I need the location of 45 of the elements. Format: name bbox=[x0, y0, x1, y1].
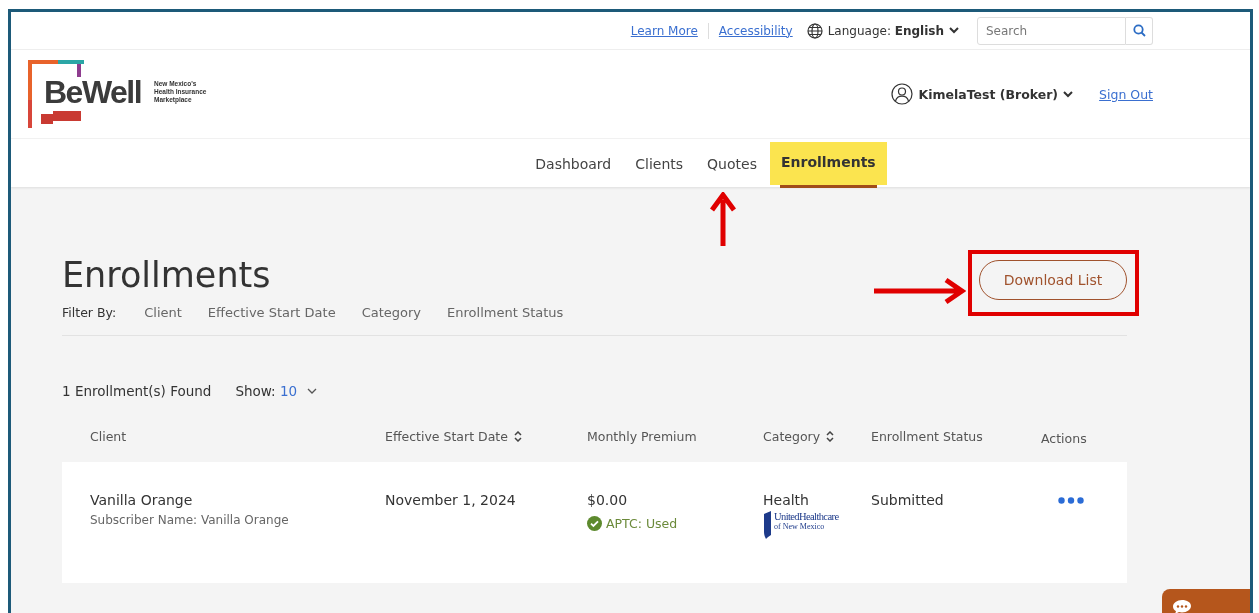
enrollment-status: Submitted bbox=[871, 492, 945, 508]
user-menu[interactable]: KimelaTest (Broker) bbox=[891, 83, 1074, 105]
language-selector[interactable]: Language: English bbox=[806, 22, 959, 39]
start-date: November 1, 2024 bbox=[385, 492, 517, 508]
nav-tab[interactable]: Quotes bbox=[696, 142, 768, 185]
filter-option[interactable]: Category bbox=[361, 305, 422, 320]
chat-icon bbox=[1172, 599, 1192, 613]
aptc-status: APTC: Used bbox=[606, 516, 678, 531]
nav-tab[interactable]: Enrollments bbox=[769, 142, 887, 185]
search-icon bbox=[1132, 24, 1146, 37]
chevron-down-icon bbox=[1063, 90, 1074, 98]
subscriber-name: Subscriber Name: Vanilla Orange bbox=[90, 513, 290, 527]
nav-tab[interactable]: Dashboard bbox=[524, 142, 623, 185]
carrier-logo-text: UnitedHealthcare of New Mexico bbox=[774, 511, 839, 531]
column-header: Client bbox=[90, 428, 127, 444]
filter-option[interactable]: Client bbox=[144, 305, 182, 320]
premium-amount: $0.00 bbox=[587, 492, 629, 508]
filter-option[interactable]: Enrollment Status bbox=[447, 305, 564, 320]
column-header[interactable]: Effective Start Date bbox=[385, 428, 522, 444]
shield-icon bbox=[763, 511, 772, 539]
filter-option[interactable]: Effective Start Date bbox=[207, 305, 336, 320]
results-count: 1 Enrollment(s) Found bbox=[62, 383, 212, 399]
column-header: Monthly Premium bbox=[587, 428, 697, 444]
check-circle-icon bbox=[587, 516, 602, 531]
more-options-icon[interactable] bbox=[1058, 497, 1084, 504]
globe-icon bbox=[806, 22, 823, 39]
category: Health bbox=[763, 492, 810, 508]
sign-out-link[interactable]: Sign Out bbox=[1099, 86, 1153, 102]
annotation-arrow bbox=[710, 192, 736, 248]
logo-wordmark: BeWell bbox=[44, 74, 142, 111]
column-header[interactable]: Category bbox=[763, 428, 835, 444]
search-field[interactable]: Search bbox=[977, 16, 1126, 45]
search-button[interactable] bbox=[1126, 16, 1153, 45]
column-header: Enrollment Status bbox=[871, 428, 983, 444]
chevron-down-icon bbox=[949, 27, 959, 34]
user-icon bbox=[891, 83, 914, 105]
filter-label: Filter By: bbox=[62, 305, 117, 320]
page-size-selector[interactable]: Show: 10 bbox=[235, 383, 318, 399]
top-link[interactable]: Accessibility bbox=[718, 23, 793, 38]
top-link[interactable]: Learn More bbox=[630, 23, 698, 38]
column-header: Actions bbox=[1041, 431, 1087, 446]
client-name: Vanilla Orange bbox=[90, 492, 194, 508]
page-title: Enrollments bbox=[62, 255, 271, 295]
nav-tab[interactable]: Clients bbox=[624, 142, 695, 185]
chevron-down-icon bbox=[307, 388, 318, 394]
